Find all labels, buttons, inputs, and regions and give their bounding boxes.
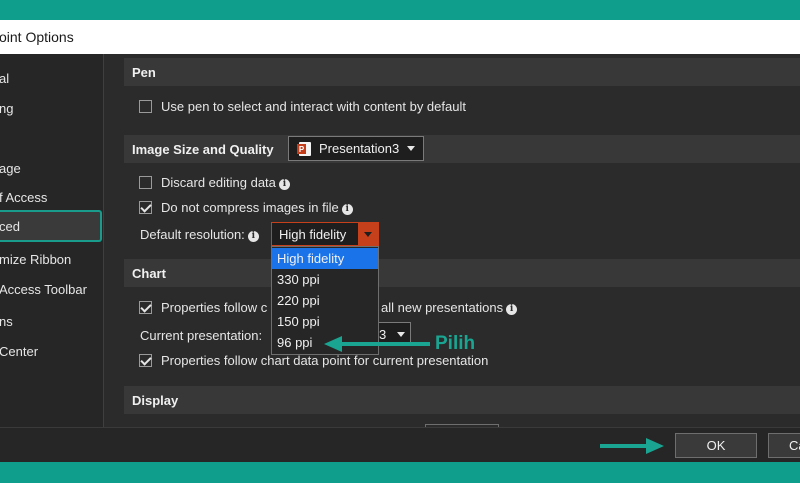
no-compress-text: Do not compress images in file — [161, 200, 339, 215]
window-title: oint Options — [0, 29, 74, 45]
sidebar: al ng age f Access ced mize Ribbon Acces… — [0, 54, 104, 427]
follow-all-checkbox[interactable] — [139, 301, 152, 314]
section-header-image-quality: Image Size and Quality — [124, 135, 800, 163]
resolution-option-150[interactable]: 150 ppi — [272, 311, 378, 332]
sidebar-item-proofing[interactable]: ng — [0, 94, 102, 124]
section-title: Image Size and Quality — [132, 142, 274, 157]
sidebar-item-label: mize Ribbon — [0, 252, 72, 267]
presentation-select[interactable]: P Presentation3 — [288, 136, 424, 161]
info-icon: i — [506, 304, 518, 315]
sidebar-item-label: ng — [0, 101, 14, 116]
sidebar-item-label: ced — [0, 219, 20, 234]
sidebar-item-label: Center — [0, 344, 39, 359]
default-resolution-text: Default resolution: — [140, 227, 245, 242]
follow-current-checkbox[interactable] — [139, 354, 152, 367]
sidebar-item-label: ns — [0, 314, 13, 329]
current-presentation-label: Current presentation: — [140, 328, 263, 343]
no-compress-label: Do not compress images in file i — [161, 200, 353, 215]
default-resolution-select[interactable]: High fidelity — [271, 222, 379, 246]
annotation-arrow-icon — [324, 336, 430, 352]
option-label: 150 ppi — [277, 314, 320, 329]
sidebar-item-label: Access Toolbar — [0, 282, 87, 297]
default-resolution-value: High fidelity — [279, 227, 347, 242]
default-resolution-label: Default resolution: i — [140, 227, 259, 242]
chevron-down-icon — [407, 146, 415, 151]
follow-all-label-end: all new presentations i — [381, 300, 518, 315]
title-bar: oint Options — [0, 20, 800, 54]
sidebar-item-add-ins[interactable]: ns — [0, 307, 102, 337]
cancel-button[interactable]: Ca — [768, 433, 800, 458]
discard-editing-text: Discard editing data — [161, 175, 276, 190]
chevron-down-icon[interactable] — [358, 223, 378, 245]
info-icon: i — [278, 179, 290, 190]
option-label: High fidelity — [277, 251, 345, 266]
section-title: Display — [132, 393, 179, 408]
svg-text:P: P — [299, 145, 305, 154]
sidebar-item-customize-ribbon[interactable]: mize Ribbon — [0, 245, 102, 275]
frame-bottom — [0, 462, 800, 483]
discard-editing-checkbox[interactable] — [139, 176, 152, 189]
presentation-select-value: Presentation3 — [319, 141, 400, 156]
section-title: Chart — [132, 266, 166, 281]
resolution-option-220[interactable]: 220 ppi — [272, 290, 378, 311]
frame-top — [0, 0, 800, 20]
discard-editing-label: Discard editing data i — [161, 175, 290, 190]
use-pen-checkbox[interactable] — [139, 100, 152, 113]
section-title: Pen — [132, 65, 156, 80]
follow-current-label: Properties follow chart data point for c… — [161, 353, 489, 368]
sidebar-item-general[interactable]: al — [0, 64, 102, 94]
follow-all-label-start: Properties follow c — [161, 300, 268, 315]
resolution-option-high-fidelity[interactable]: High fidelity — [272, 248, 378, 269]
sidebar-item-save[interactable] — [0, 124, 102, 154]
sidebar-item-label: age — [0, 161, 21, 176]
annotation-arrow-icon — [600, 438, 664, 454]
resolution-option-330[interactable]: 330 ppi — [272, 269, 378, 290]
option-label: 220 ppi — [277, 293, 320, 308]
section-header-display: Display — [124, 386, 800, 414]
sidebar-item-ease-of-access[interactable]: f Access — [0, 183, 102, 213]
powerpoint-icon: P — [297, 142, 311, 156]
section-header-pen: Pen — [124, 58, 800, 86]
info-icon: i — [247, 231, 259, 242]
sidebar-item-label: f Access — [0, 190, 48, 205]
follow-all-text: all new presentations — [381, 300, 504, 315]
option-label: 96 ppi — [277, 335, 313, 350]
ok-button[interactable]: OK — [675, 433, 757, 458]
sidebar-item-advanced[interactable]: ced — [0, 210, 102, 242]
option-label: 330 ppi — [277, 272, 320, 287]
info-icon: i — [341, 204, 353, 215]
sidebar-item-trust-center[interactable]: Center — [0, 337, 102, 367]
sidebar-item-quick-access-toolbar[interactable]: Access Toolbar — [0, 275, 102, 305]
sidebar-item-label: al — [0, 71, 10, 86]
section-header-chart: Chart — [124, 259, 800, 287]
annotation-label: Pilih — [435, 333, 476, 354]
use-pen-label: Use pen to select and interact with cont… — [161, 99, 466, 114]
no-compress-checkbox[interactable] — [139, 201, 152, 214]
sidebar-item-language[interactable]: age — [0, 154, 102, 184]
